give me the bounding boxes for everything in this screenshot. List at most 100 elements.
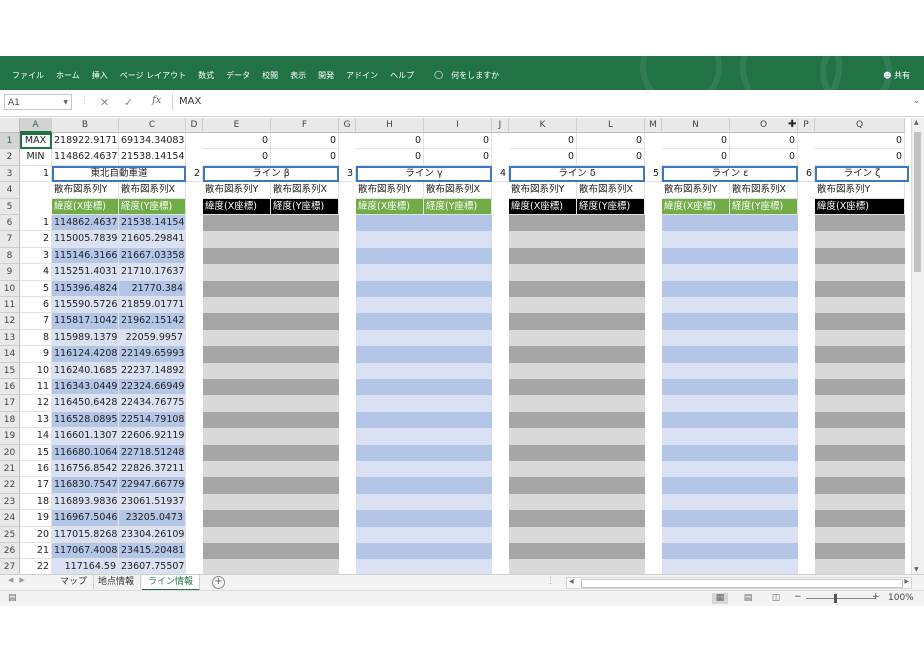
latitude-cell[interactable]: 116756.8542 — [52, 461, 119, 478]
longitude-cell[interactable]: 21859.01771 — [119, 297, 186, 314]
longitude-cell[interactable]: 23304.26109 — [119, 526, 186, 543]
zoom-in-button[interactable]: + — [872, 592, 880, 602]
expand-formula-bar-icon[interactable]: ⌄ — [913, 96, 920, 105]
row-header[interactable]: 10 — [0, 280, 20, 297]
lon-label[interactable]: 経度(Y座標) — [119, 198, 186, 215]
row-header[interactable]: 11 — [0, 297, 20, 314]
page-layout-view-icon[interactable]: ▤ — [740, 593, 756, 604]
scroll-left-icon[interactable]: ◀ — [569, 578, 574, 585]
series-y-label[interactable]: 散布図系列Y — [662, 182, 730, 199]
row-header[interactable]: 7 — [0, 231, 20, 248]
normal-view-icon[interactable]: ▦ — [712, 593, 728, 604]
index-cell[interactable]: 16 — [20, 461, 52, 478]
cell-value[interactable]: 114862.4637 — [52, 149, 119, 166]
cancel-icon[interactable]: ✕ — [100, 96, 109, 109]
longitude-cell[interactable]: 21667.03358 — [119, 247, 186, 265]
cell-value[interactable]: 0 — [271, 133, 339, 150]
latitude-cell[interactable]: 117067.4008 — [52, 543, 119, 560]
row-header[interactable]: 12 — [0, 313, 20, 330]
tab-insert[interactable]: 挿入 — [92, 70, 108, 81]
index-cell[interactable]: 18 — [20, 493, 52, 511]
row-header[interactable]: 25 — [0, 526, 20, 543]
lon-label[interactable]: 経度(Y座標) — [271, 198, 339, 215]
column-header[interactable]: K — [509, 118, 577, 133]
spreadsheet-grid[interactable]: A B C D E F G H I J K L M N O P Q 1 2 3 4 5 6 7 8 9 10 11 12 13 14 15 16… — [0, 118, 912, 574]
sheet-tab-lines[interactable]: ライン情報 — [142, 575, 201, 591]
scroll-right-icon[interactable]: ▶ — [904, 578, 909, 585]
column-header[interactable]: L — [577, 118, 645, 133]
latitude-cell[interactable]: 116343.0449 — [52, 379, 119, 396]
line-title-box[interactable]: ライン ζ — [815, 165, 909, 183]
cell-value[interactable]: 69134.34083 — [119, 133, 186, 150]
column-header[interactable]: H — [356, 118, 424, 133]
row-header[interactable]: 2 — [0, 149, 20, 166]
longitude-cell[interactable]: 23061.51937 — [119, 493, 186, 511]
index-cell[interactable]: 19 — [20, 510, 52, 527]
latitude-cell[interactable]: 115005.7839 — [52, 231, 119, 248]
longitude-cell[interactable]: 23607.75507 — [119, 559, 186, 574]
row-header[interactable]: 18 — [0, 411, 20, 429]
line-number-cell[interactable]: 3 — [339, 165, 356, 183]
tab-home[interactable]: ホーム — [56, 70, 80, 81]
latitude-cell[interactable]: 115590.5726 — [52, 297, 119, 314]
tab-developer[interactable]: 開発 — [318, 70, 334, 81]
row-header[interactable]: 5 — [0, 198, 20, 215]
line-title-box[interactable]: ライン β — [203, 165, 339, 183]
latitude-cell[interactable]: 116601.1307 — [52, 428, 119, 445]
series-x-label[interactable]: 散布図系列X — [119, 182, 186, 199]
index-cell[interactable]: 14 — [20, 428, 52, 445]
select-all-corner[interactable] — [0, 118, 20, 133]
column-header[interactable]: A — [20, 118, 52, 133]
scroll-up-icon[interactable]: ▲ — [914, 119, 919, 126]
lon-label[interactable]: 経度(Y座標) — [730, 198, 798, 215]
longitude-cell[interactable]: 22606.92119 — [119, 428, 186, 445]
index-cell[interactable]: 9 — [20, 346, 52, 363]
cell-value[interactable]: 0 — [730, 133, 798, 150]
line-number-cell[interactable]: 2 — [186, 165, 203, 183]
longitude-cell[interactable]: 22718.51248 — [119, 444, 186, 461]
index-cell[interactable]: 17 — [20, 477, 52, 494]
index-cell[interactable]: 11 — [20, 379, 52, 396]
tab-data[interactable]: データ — [226, 70, 250, 81]
cell-value[interactable]: 0 — [424, 133, 492, 150]
column-header[interactable]: J — [492, 118, 509, 133]
longitude-cell[interactable]: 22514.79108 — [119, 411, 186, 429]
lat-label[interactable]: 緯度(X座標) — [356, 198, 424, 215]
column-header[interactable]: B — [52, 118, 119, 133]
insert-function-icon[interactable]: fx — [152, 95, 161, 106]
cell-value[interactable]: 0 — [203, 149, 271, 166]
index-cell[interactable]: 21 — [20, 543, 52, 560]
zoom-out-button[interactable]: − — [794, 592, 802, 602]
index-cell[interactable]: 3 — [20, 247, 52, 265]
row-header[interactable]: 6 — [0, 215, 20, 232]
cell-value[interactable]: 0 — [730, 149, 798, 166]
sheet-nav-arrows-icon[interactable]: ◀▶ — [8, 576, 31, 584]
line-title-box[interactable]: 東北自動車道 — [52, 165, 186, 183]
longitude-cell[interactable]: 21770.384 — [119, 280, 186, 297]
row-header[interactable]: 22 — [0, 477, 20, 494]
line-title-box[interactable]: ライン δ — [509, 165, 645, 183]
index-cell[interactable]: 15 — [20, 444, 52, 461]
cell-value[interactable]: 0 — [509, 133, 577, 150]
sheet-tab-map[interactable]: マップ — [54, 575, 95, 589]
cell-label[interactable]: MIN — [20, 149, 52, 166]
lat-label[interactable]: 緯度(X座標) — [203, 198, 271, 215]
longitude-cell[interactable]: 22059.9957 — [119, 329, 186, 347]
row-header[interactable]: 27 — [0, 559, 20, 574]
column-header[interactable]: E — [203, 118, 271, 133]
latitude-cell[interactable]: 116240.1685 — [52, 362, 119, 379]
lat-label[interactable]: 緯度(X座標) — [662, 198, 730, 215]
series-x-label[interactable]: 散布図系列X — [271, 182, 339, 199]
latitude-cell[interactable]: 115146.3166 — [52, 247, 119, 265]
zoom-slider-thumb[interactable] — [834, 594, 837, 603]
lat-label[interactable]: 緯度(X座標) — [509, 198, 577, 215]
line-title-box[interactable]: ライン γ — [356, 165, 492, 183]
cell-value[interactable]: 0 — [424, 149, 492, 166]
scroll-down-icon[interactable]: ▼ — [914, 566, 919, 573]
column-header[interactable]: C — [119, 118, 186, 133]
zoom-level[interactable]: 100% — [888, 593, 914, 603]
latitude-cell[interactable]: 116450.6428 — [52, 395, 119, 412]
vertical-scroll-thumb[interactable] — [914, 132, 921, 272]
cell-value[interactable]: 21538.14154 — [119, 149, 186, 166]
line-number-cell[interactable]: 6 — [798, 165, 815, 183]
